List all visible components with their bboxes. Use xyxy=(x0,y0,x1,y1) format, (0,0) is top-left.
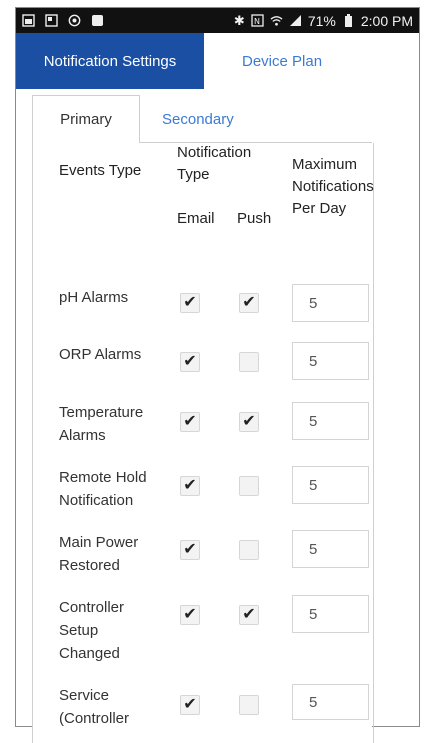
event-label: Controller Setup Changed xyxy=(59,599,125,662)
target-icon xyxy=(68,14,81,27)
svg-text:N: N xyxy=(254,17,260,26)
push-checkbox[interactable]: ✔ xyxy=(239,412,259,432)
email-checkbox[interactable]: ✔ xyxy=(180,695,200,715)
email-checkbox[interactable]: ✔ xyxy=(180,352,200,372)
subtab-bar: Primary Secondary xyxy=(32,95,372,143)
tab-primary[interactable]: Primary xyxy=(32,95,140,143)
header-push: Push xyxy=(237,210,272,227)
push-checkbox[interactable] xyxy=(239,476,259,496)
push-checkbox[interactable] xyxy=(239,352,259,372)
email-checkbox[interactable]: ✔ xyxy=(180,412,200,432)
email-checkbox[interactable]: ✔ xyxy=(180,540,200,560)
header-max-notifications: Maximum Notifications Per Day xyxy=(292,156,374,217)
screenshot-icon xyxy=(45,14,58,27)
tab-primary-label: Primary xyxy=(60,111,112,128)
gallery-icon xyxy=(22,14,35,27)
email-checkbox[interactable]: ✔ xyxy=(180,605,200,625)
push-checkbox[interactable] xyxy=(239,695,259,715)
event-label: ORP Alarms xyxy=(59,346,142,363)
max-notifications-input[interactable]: 5 xyxy=(292,530,369,568)
tab-notification-settings-label: Notification Settings xyxy=(43,52,177,70)
tab-secondary-label: Secondary xyxy=(162,110,234,128)
event-label: Main Power Restored xyxy=(59,534,139,574)
event-label: Remote Hold Notification xyxy=(59,469,147,509)
max-notifications-input[interactable]: 5 xyxy=(292,342,369,380)
battery-icon xyxy=(342,14,355,27)
event-label: Temperature Alarms xyxy=(59,404,144,444)
max-notifications-input[interactable]: 5 xyxy=(292,466,369,504)
header-events-type: Events Type xyxy=(59,162,142,179)
tab-notification-settings[interactable]: Notification Settings xyxy=(16,33,204,89)
header-notification-type: Notification Type xyxy=(177,144,252,183)
status-bar: ✱ N 71% 2:00 PM xyxy=(16,8,419,33)
push-checkbox[interactable] xyxy=(239,540,259,560)
max-notifications-input[interactable]: 5 xyxy=(292,402,369,440)
max-notifications-input[interactable]: 5 xyxy=(292,284,369,322)
clock: 2:00 PM xyxy=(360,12,413,29)
signal-icon xyxy=(289,14,302,27)
email-checkbox[interactable]: ✔ xyxy=(180,476,200,496)
max-notifications-input[interactable]: 5 xyxy=(292,684,369,720)
nfc-icon: N xyxy=(251,14,264,27)
wifi-icon xyxy=(270,14,283,27)
email-checkbox[interactable]: ✔ xyxy=(180,293,200,313)
bluetooth-icon: ✱ xyxy=(233,12,245,28)
event-label: pH Alarms xyxy=(59,289,129,306)
header-email: Email xyxy=(177,210,215,227)
event-label: Service (Controller xyxy=(59,687,130,727)
top-tab-bar: Notification Settings Device Plan xyxy=(16,33,419,89)
max-notifications-input[interactable]: 5 xyxy=(292,595,369,633)
battery-percent: 71% xyxy=(307,12,336,29)
tab-secondary[interactable]: Secondary xyxy=(140,95,234,143)
push-checkbox[interactable]: ✔ xyxy=(239,605,259,625)
tab-device-plan[interactable]: Device Plan xyxy=(204,33,419,89)
tab-device-plan-label: Device Plan xyxy=(242,52,323,70)
push-checkbox[interactable]: ✔ xyxy=(239,293,259,313)
app-icon xyxy=(91,14,104,27)
